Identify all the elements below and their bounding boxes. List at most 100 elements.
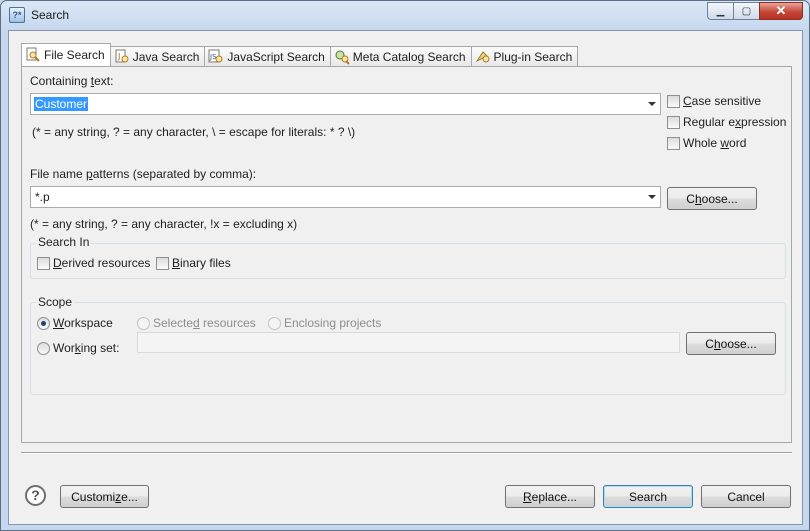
dialog-body: File Search J Java Search JS JavaScript …	[8, 30, 803, 525]
plugin-search-icon	[475, 49, 491, 65]
file-patterns-hint: (* = any string, ? = any character, !x =…	[30, 217, 298, 231]
label-part: inary files	[180, 256, 231, 270]
label-part: atterns (separated by comma):	[92, 167, 257, 181]
workspace-radio[interactable]	[37, 317, 50, 330]
tab-javascript-search[interactable]: JS JavaScript Search	[204, 46, 331, 66]
label-part: ase sensitive	[691, 94, 762, 108]
label-part: Customi	[71, 489, 116, 504]
containing-text-hint: (* = any string, ? = any character, \ = …	[32, 125, 356, 139]
search-in-title: Search In	[36, 235, 92, 249]
regular-expression-label: Regular expression	[683, 115, 786, 129]
window-title: Search	[31, 8, 70, 22]
whole-word-label: Whole word	[683, 136, 746, 150]
binary-files-label: Binary files	[172, 256, 231, 270]
enclosing-projects-label: Enclosing projects	[284, 316, 382, 330]
containing-text-combo[interactable]: Customer	[30, 93, 661, 115]
search-button[interactable]: Search	[603, 485, 693, 508]
mnemonic: h	[694, 191, 702, 206]
mnemonic: B	[172, 256, 181, 270]
derived-resources-label: Derived resources	[53, 256, 150, 270]
enclosing-projects-radio[interactable]	[268, 317, 281, 330]
case-sensitive-checkbox[interactable]	[667, 95, 680, 108]
label-part: e...	[121, 489, 138, 504]
file-search-panel: Containing text: Customer (* = any strin…	[21, 66, 792, 443]
binary-files-checkbox[interactable]	[156, 257, 169, 270]
label-part: C	[686, 191, 695, 206]
tab-label: Meta Catalog Search	[352, 49, 466, 64]
close-button[interactable]: ✕	[759, 2, 803, 20]
customize-button[interactable]: Customi z e...	[60, 485, 149, 508]
window-controls: ▁ ▢ ✕	[707, 2, 803, 21]
file-search-icon	[25, 47, 41, 63]
tab-label: JavaScript Search	[227, 49, 325, 64]
label-part: ing set:	[80, 341, 120, 355]
file-patterns-value: *.p	[35, 190, 50, 204]
minimize-button[interactable]: ▁	[707, 2, 734, 20]
tab-label: Plug-in Search	[493, 49, 573, 64]
label-part: resources	[199, 316, 256, 330]
mnemonic: R	[522, 489, 532, 504]
maximize-icon: ▢	[741, 5, 752, 17]
minimize-icon: ▁	[716, 5, 725, 17]
file-patterns-combo[interactable]: *.p	[30, 186, 661, 208]
maximize-button[interactable]: ▢	[733, 2, 760, 20]
label-part: File name	[30, 167, 87, 181]
close-icon: ✕	[775, 3, 787, 18]
search-dialog: ?* Search ▁ ▢ ✕ File Search J Java Searc…	[0, 0, 810, 531]
label-part: C	[705, 336, 714, 351]
footer-separator	[21, 452, 792, 454]
regular-expression-checkbox[interactable]	[667, 116, 680, 129]
label-part: Containing	[30, 74, 91, 88]
mnemonic: D	[53, 256, 62, 270]
label-part: ord	[729, 136, 747, 150]
tab-label: File Search	[44, 48, 105, 62]
file-patterns-label: File name patterns (separated by comma):	[30, 167, 256, 181]
label-part: Regular e	[683, 115, 736, 129]
workspace-label: Workspace	[53, 316, 113, 330]
label-part: oose...	[720, 336, 757, 351]
help-icon[interactable]: ?	[25, 485, 46, 506]
label-part: Selecte	[153, 316, 194, 330]
label-part: orkspace	[64, 316, 113, 330]
mnemonic: d	[193, 316, 200, 330]
scope-title: Scope	[36, 295, 75, 309]
tab-java-search[interactable]: J Java Search	[109, 46, 206, 66]
tab-meta-catalog-search[interactable]: Meta Catalog Search	[329, 46, 472, 66]
replace-button[interactable]: Replace...	[505, 485, 595, 508]
eclipse-search-icon: ?*	[9, 7, 25, 23]
derived-resources-checkbox[interactable]	[37, 257, 50, 270]
title-bar[interactable]: ?* Search ▁ ▢ ✕	[1, 1, 809, 31]
tab-plugin-search[interactable]: Plug-in Search	[470, 46, 579, 66]
working-set-label: Working set:	[53, 341, 119, 355]
selected-resources-radio[interactable]	[137, 317, 150, 330]
whole-word-checkbox[interactable]	[667, 137, 680, 150]
tab-file-search[interactable]: File Search	[21, 43, 111, 66]
containing-text-value: Customer	[34, 97, 89, 111]
label-part: Whole	[683, 136, 721, 150]
mnemonic: h	[713, 336, 721, 351]
label-part: Wor	[53, 341, 75, 355]
mnemonic: W	[53, 316, 65, 330]
label-part: pression	[741, 115, 787, 129]
choose-patterns-button[interactable]: Ch oose...	[667, 187, 757, 210]
label-part: erived resources	[61, 256, 151, 270]
meta-catalog-icon	[334, 49, 350, 65]
cancel-button[interactable]: Cancel	[701, 485, 791, 508]
working-set-field[interactable]	[137, 332, 680, 353]
svg-text:J: J	[117, 52, 120, 61]
mnemonic: C	[683, 94, 692, 108]
java-search-icon: J	[114, 49, 130, 65]
choose-working-set-button[interactable]: Ch oose...	[686, 332, 776, 355]
chevron-down-icon[interactable]	[648, 102, 656, 106]
mnemonic: w	[720, 136, 730, 150]
containing-text-label: Containing text:	[30, 74, 113, 88]
label-part: ext:	[94, 74, 114, 88]
tab-label: Java Search	[132, 49, 200, 64]
javascript-search-icon: JS	[208, 49, 224, 65]
search-tabs: File Search J Java Search JS JavaScript …	[21, 43, 579, 66]
working-set-radio[interactable]	[37, 342, 50, 355]
label-part: oose...	[701, 191, 738, 206]
case-sensitive-label: Case sensitive	[683, 94, 761, 108]
chevron-down-icon[interactable]	[648, 195, 656, 199]
selected-resources-label: Selected resources	[153, 316, 256, 330]
